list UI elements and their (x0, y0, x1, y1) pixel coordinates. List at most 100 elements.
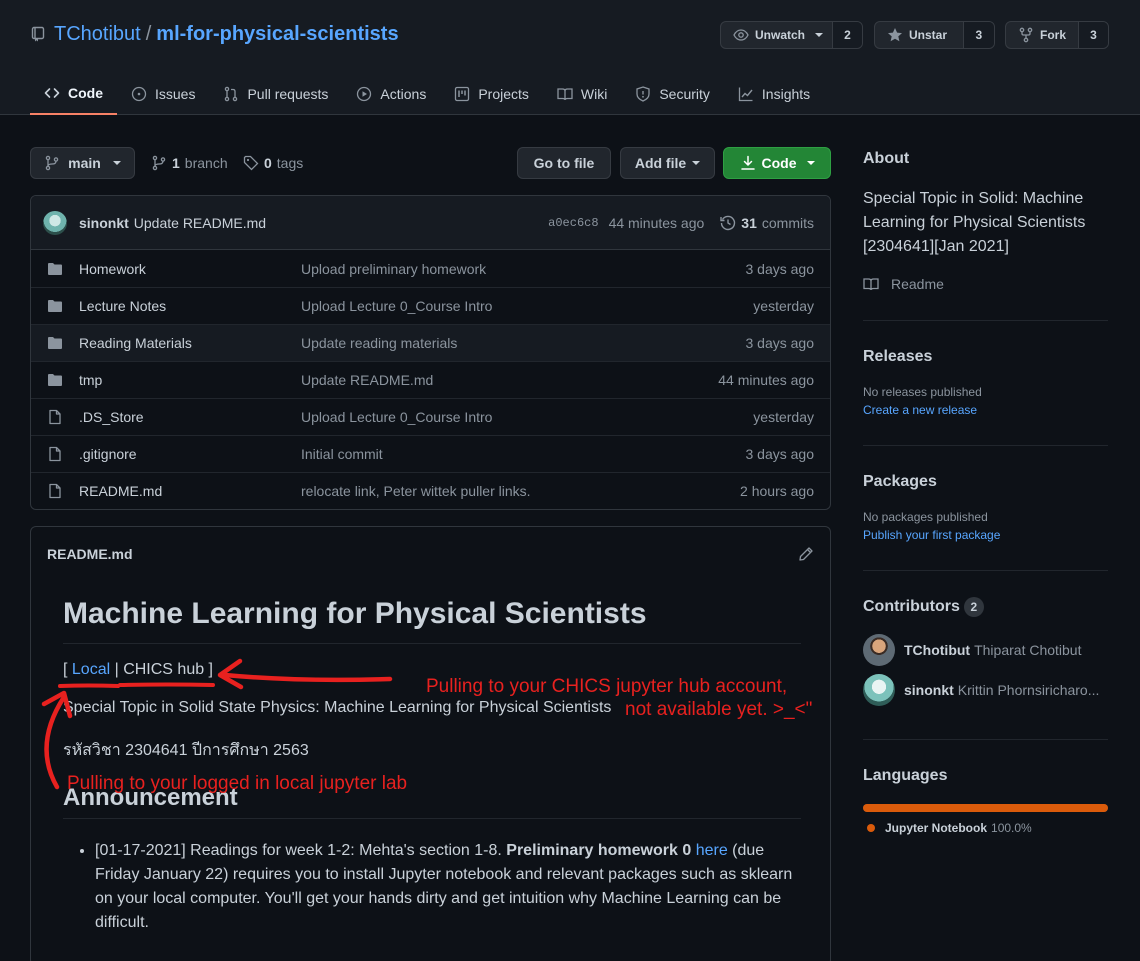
tab-code[interactable]: Code (30, 72, 117, 115)
repo-name-link[interactable]: ml-for-physical-scientists (156, 23, 398, 46)
tab-code-label: Code (68, 84, 103, 101)
publish-package-link[interactable]: Publish your first package (863, 528, 1108, 542)
readme-link[interactable]: Readme (863, 276, 1108, 292)
homework-here-link[interactable]: here (696, 842, 728, 859)
file-age: 44 minutes ago (718, 372, 814, 388)
file-name-link[interactable]: .gitignore (79, 446, 301, 462)
branch-name: main (68, 155, 101, 171)
contributor-name: Thiparat Chotibut (974, 642, 1082, 658)
forks-count[interactable]: 3 (1078, 22, 1108, 48)
download-icon (740, 155, 756, 171)
file-list: Homework Upload preliminary homework 3 day… (31, 250, 830, 509)
tab-pull-requests[interactable]: Pull requests (209, 72, 342, 115)
go-to-file-label: Go to file (533, 155, 595, 171)
language-item[interactable]: Jupyter Notebook 100.0% (863, 821, 1108, 835)
branch-select-button[interactable]: main (30, 147, 135, 179)
local-link[interactable]: Local (72, 661, 110, 678)
packages-title[interactable]: Packages (863, 473, 1108, 491)
unstar-button[interactable]: Unstar (875, 22, 963, 48)
avatar[interactable] (863, 674, 895, 706)
go-to-file-button[interactable]: Go to file (517, 147, 611, 179)
commits-link[interactable]: 31 commits (720, 215, 814, 231)
file-commit-message-link[interactable]: Upload Lecture 0_Course Intro (301, 298, 753, 314)
tab-wiki[interactable]: Wiki (543, 72, 621, 115)
contributors-count-badge: 2 (963, 597, 984, 617)
create-release-link[interactable]: Create a new release (863, 403, 1108, 417)
contributors-heading[interactable]: Contributors 2 (863, 597, 1108, 617)
unwatch-label: Unwatch (755, 28, 806, 42)
table-row[interactable]: tmp Update README.md 44 minutes ago (31, 361, 830, 398)
tab-security[interactable]: Security (621, 72, 724, 115)
commit-message[interactable]: Update README.md (134, 215, 266, 231)
file-name-link[interactable]: Reading Materials (79, 335, 301, 351)
unwatch-button[interactable]: Unwatch (721, 22, 832, 48)
chics-hub-link[interactable]: CHICS hub (123, 661, 204, 678)
watchers-count[interactable]: 2 (832, 22, 862, 48)
contributor-item[interactable]: sinonkt Krittin Phornsiricharo... (863, 674, 1108, 706)
commit-count: 31 (741, 214, 757, 231)
repo-header: TChotibut / ml-for-physical-scientists U… (0, 0, 1140, 115)
history-icon (720, 215, 736, 231)
unstar-label: Unstar (909, 28, 948, 42)
file-commit-message-link[interactable]: Update README.md (301, 372, 718, 388)
releases-title[interactable]: Releases (863, 348, 1108, 366)
avatar[interactable] (863, 634, 895, 666)
commit-sha[interactable]: a0ec6c8 (548, 216, 598, 230)
fork-button-group[interactable]: Fork 3 (1005, 21, 1109, 49)
tab-projects[interactable]: Projects (440, 72, 543, 115)
repo-title: TChotibut / ml-for-physical-scientists (30, 22, 399, 46)
chevron-down-icon (112, 161, 121, 165)
file-name-link[interactable]: .DS_Store (79, 409, 301, 425)
repo-owner-link[interactable]: TChotibut (54, 23, 141, 46)
folder-icon (47, 298, 63, 314)
branch-icon (44, 155, 60, 171)
tab-insights[interactable]: Insights (724, 72, 824, 115)
table-row[interactable]: Lecture Notes Upload Lecture 0_Course Int… (31, 287, 830, 324)
readme-title: Machine Learning for Physical Scientists (63, 597, 801, 644)
contributor-login[interactable]: TChotibut (904, 642, 970, 658)
issue-icon (131, 86, 147, 102)
file-age: 2 hours ago (740, 483, 814, 499)
contributor-item[interactable]: TChotibut Thiparat Chotibut (863, 634, 1108, 666)
avatar[interactable] (43, 210, 67, 235)
file-browser: sinonkt Update README.md a0ec6c8 44 minu… (30, 195, 831, 510)
annotation-local: Pulling to your logged in local jupyter … (67, 773, 408, 794)
book-icon (557, 86, 573, 102)
file-name-link[interactable]: tmp (79, 372, 301, 388)
file-commit-message-link[interactable]: Upload Lecture 0_Course Intro (301, 409, 753, 425)
branches-link[interactable]: 1 branch (151, 155, 228, 171)
repo-icon (30, 26, 46, 42)
file-commit-message-link[interactable]: Update reading materials (301, 335, 746, 351)
table-row[interactable]: Reading Materials Update reading material… (31, 324, 830, 361)
tags-link[interactable]: 0 tags (243, 155, 303, 171)
unwatch-button-group[interactable]: Unwatch 2 (720, 21, 863, 49)
file-icon (47, 483, 63, 499)
table-row[interactable]: README.md relocate link, Peter wittek pul… (31, 472, 830, 509)
add-file-button[interactable]: Add file (620, 147, 715, 179)
table-row[interactable]: Homework Upload preliminary homework 3 day… (31, 250, 830, 287)
contributor-login[interactable]: sinonkt (904, 682, 954, 698)
pencil-icon[interactable] (798, 546, 814, 562)
unstar-button-group[interactable]: Unstar 3 (874, 21, 995, 49)
file-commit-message-link[interactable]: Upload preliminary homework (301, 261, 746, 277)
fork-button[interactable]: Fork (1006, 22, 1078, 48)
tab-actions[interactable]: Actions (342, 72, 440, 115)
table-row[interactable]: .DS_Store Upload Lecture 0_Course Intro ye… (31, 398, 830, 435)
code-download-label: Code (761, 155, 797, 171)
file-name-link[interactable]: README.md (79, 483, 301, 499)
code-download-button[interactable]: Code (723, 147, 831, 179)
tab-issues[interactable]: Issues (117, 72, 209, 115)
language-percent: 100.0% (991, 821, 1032, 835)
file-commit-message-link[interactable]: Initial commit (301, 446, 746, 462)
readme-course-code: รหัสวิชา 2304641 ปีการศึกษา 2563 (63, 742, 309, 759)
stargazers-count[interactable]: 3 (962, 22, 994, 48)
branch-count: 1 (172, 155, 180, 171)
file-icon (47, 446, 63, 462)
commit-author[interactable]: sinonkt (79, 215, 129, 231)
tab-security-label: Security (659, 85, 710, 102)
file-name-link[interactable]: Homework (79, 261, 301, 277)
table-row[interactable]: .gitignore Initial commit 3 days ago (31, 435, 830, 472)
packages-section: Packages No packages published Publish y… (863, 473, 1108, 542)
file-commit-message-link[interactable]: relocate link, Peter wittek puller links… (301, 483, 740, 499)
file-name-link[interactable]: Lecture Notes (79, 298, 301, 314)
